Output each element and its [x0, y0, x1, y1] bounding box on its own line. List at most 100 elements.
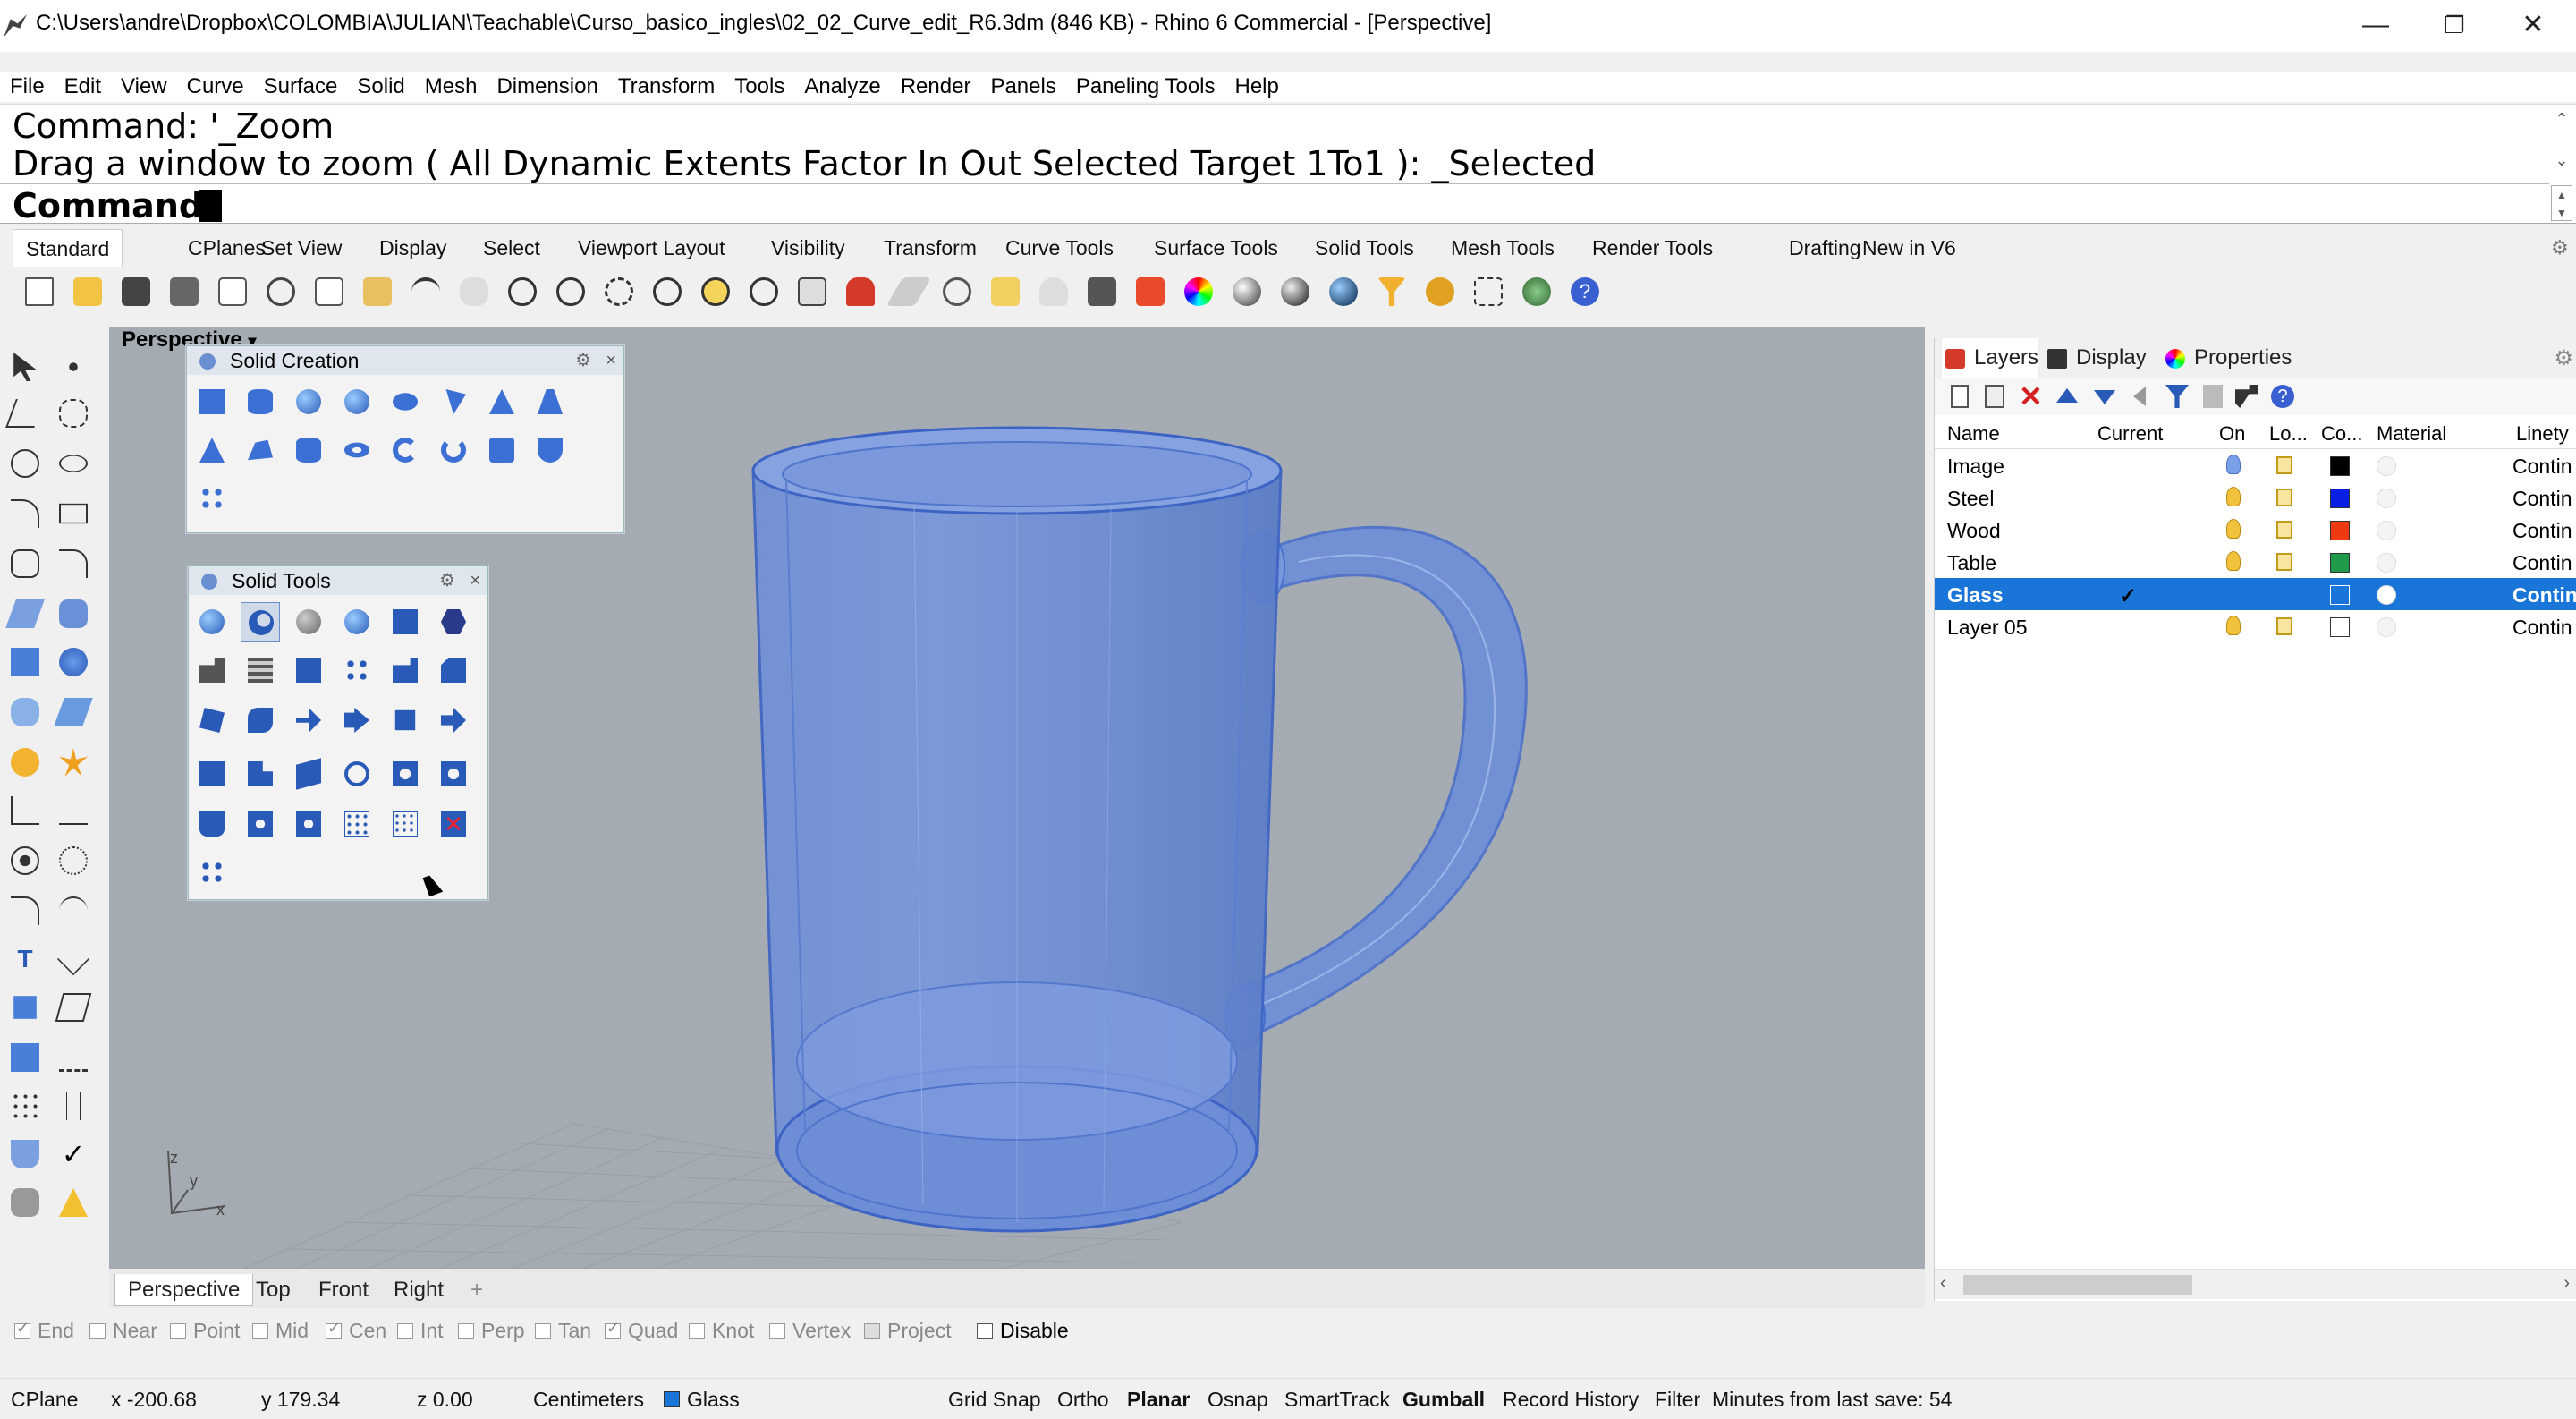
extrude-edge-icon[interactable]: [289, 754, 328, 794]
current-layer-swatch[interactable]: [664, 1391, 680, 1407]
menu-paneling-tools[interactable]: Paneling Tools: [1066, 72, 1225, 102]
tab-viewport-layout[interactable]: Viewport Layout: [565, 229, 738, 267]
boolean-split-icon[interactable]: [337, 602, 377, 642]
zoom-window-icon[interactable]: [597, 270, 640, 313]
layer-color-swatch[interactable]: [2330, 585, 2350, 605]
viewport-tab-top[interactable]: Top: [243, 1274, 303, 1306]
palette-close-icon[interactable]: ×: [606, 346, 616, 375]
array-hole-polar-icon[interactable]: [337, 804, 377, 844]
palette-close-icon[interactable]: ×: [470, 566, 480, 595]
menu-surface[interactable]: Surface: [254, 72, 348, 102]
page-layout-icon[interactable]: [211, 270, 254, 313]
record-history-toggle[interactable]: Record History: [1503, 1388, 1639, 1412]
menu-view[interactable]: View: [111, 72, 177, 102]
truncated-pyramid-icon[interactable]: [241, 430, 280, 470]
grid-snap-icon[interactable]: [984, 270, 1027, 313]
menu-help[interactable]: Help: [1225, 72, 1289, 102]
tab-standard[interactable]: Standard: [13, 229, 123, 267]
paraboloid-solid-icon[interactable]: [386, 382, 425, 421]
osnap-knot[interactable]: Knot: [689, 1319, 754, 1343]
shade-sphere-icon[interactable]: [1225, 270, 1268, 313]
current-layer-label[interactable]: Glass: [687, 1388, 740, 1412]
col-linetype[interactable]: Linety: [2516, 422, 2569, 446]
osnap-cen[interactable]: Cen: [326, 1319, 386, 1343]
dimension-icon[interactable]: [1467, 270, 1510, 313]
group-icon[interactable]: [5, 841, 45, 880]
four-views-icon[interactable]: [791, 270, 834, 313]
command-line[interactable]: Command:: [0, 183, 2549, 225]
osnap-perp[interactable]: Perp: [458, 1319, 525, 1343]
col-name[interactable]: Name: [1947, 422, 2000, 446]
menu-tools[interactable]: Tools: [724, 72, 794, 102]
layer-visible-icon[interactable]: [2226, 487, 2241, 506]
split-icon[interactable]: [54, 791, 93, 830]
rhino-online-icon[interactable]: [1515, 270, 1558, 313]
open-file-icon[interactable]: [66, 270, 109, 313]
viewport-tab-front[interactable]: Front: [306, 1274, 381, 1306]
viewport-tab-right[interactable]: Right: [381, 1274, 456, 1306]
menu-panels[interactable]: Panels: [980, 72, 1065, 102]
menu-analyze[interactable]: Analyze: [794, 72, 890, 102]
col-current[interactable]: Current: [2097, 422, 2163, 446]
col-lock[interactable]: Lo...: [2269, 422, 2308, 446]
text-icon[interactable]: T: [5, 939, 45, 979]
tabs-settings-gear-icon[interactable]: ⚙: [2538, 229, 2576, 267]
menu-solid[interactable]: Solid: [347, 72, 414, 102]
color-wheel-icon[interactable]: [1177, 270, 1220, 313]
rotate-face-icon[interactable]: [192, 754, 232, 794]
fillet-edge-icon[interactable]: [5, 891, 45, 930]
mesh-icon[interactable]: [5, 693, 45, 732]
orient-icon[interactable]: [54, 1038, 93, 1077]
layer-color-swatch[interactable]: [2330, 553, 2350, 573]
current-layer-check-icon[interactable]: ✓: [2119, 583, 2137, 609]
grid-snap-toggle[interactable]: Grid Snap: [948, 1388, 1041, 1412]
move-hole-icon[interactable]: [434, 701, 473, 740]
osnap-near[interactable]: Near: [89, 1319, 157, 1343]
ungroup-icon[interactable]: [54, 841, 93, 880]
pyramid-solid-icon[interactable]: [482, 382, 521, 421]
zoom-extents-icon[interactable]: [646, 270, 689, 313]
circle-icon[interactable]: [5, 444, 45, 483]
layer-color-swatch[interactable]: [2330, 521, 2350, 540]
zoom-selected-icon[interactable]: [694, 270, 737, 313]
viewport-tab-perspective[interactable]: Perspective: [114, 1274, 254, 1306]
layer-visible-icon[interactable]: [2226, 519, 2241, 539]
layer-unlock-icon[interactable]: [2276, 489, 2292, 506]
fillet-curves-icon[interactable]: [54, 544, 93, 583]
layer-visible-icon[interactable]: [2226, 616, 2241, 635]
truncated-cone-icon[interactable]: [530, 382, 570, 421]
move-edge-icon[interactable]: [192, 701, 232, 740]
osnap-int[interactable]: Int: [397, 1319, 444, 1343]
render-lights-icon[interactable]: [5, 743, 45, 782]
layer-icon[interactable]: [1129, 270, 1172, 313]
move-layer-up-icon[interactable]: [2056, 388, 2078, 403]
command-caret[interactable]: [199, 190, 222, 222]
box-icon[interactable]: [5, 642, 45, 682]
undo-icon[interactable]: [404, 270, 447, 313]
menu-dimension[interactable]: Dimension: [487, 72, 607, 102]
move-layer-down-icon[interactable]: [2094, 390, 2115, 404]
cplane-label[interactable]: CPlane: [11, 1388, 78, 1412]
move-untrimmed-face-icon[interactable]: [241, 754, 280, 794]
minimize-button[interactable]: —: [2340, 7, 2411, 43]
layer-help-icon[interactable]: ?: [2271, 385, 2294, 408]
osnap-end[interactable]: End: [14, 1319, 74, 1343]
solid-creation-header[interactable]: Solid Creation ⚙ ×: [187, 346, 623, 375]
extrude-face-icon[interactable]: [386, 650, 425, 690]
shell-icon[interactable]: [241, 650, 280, 690]
panel-tab-layers[interactable]: Layers: [1942, 338, 2039, 378]
pipe-icon[interactable]: [386, 430, 425, 470]
close-button[interactable]: ✕: [2497, 7, 2569, 43]
layer-color-swatch[interactable]: [2330, 617, 2350, 637]
layer-horizontal-scrollbar[interactable]: ‹ ›: [1935, 1269, 2576, 1299]
ellipse-icon[interactable]: [54, 444, 93, 483]
ellipsoid-solid-icon[interactable]: [337, 382, 377, 421]
help-icon[interactable]: ?: [1563, 270, 1606, 313]
dimension-tool-icon[interactable]: [54, 939, 93, 979]
select-filter-icon[interactable]: [1370, 270, 1413, 313]
pan-hand-icon[interactable]: [453, 270, 496, 313]
tab-solid-tools[interactable]: Solid Tools: [1302, 229, 1427, 267]
move-layer-out-icon[interactable]: [2133, 387, 2146, 406]
tube-icon[interactable]: [289, 430, 328, 470]
new-file-icon[interactable]: [18, 270, 61, 313]
